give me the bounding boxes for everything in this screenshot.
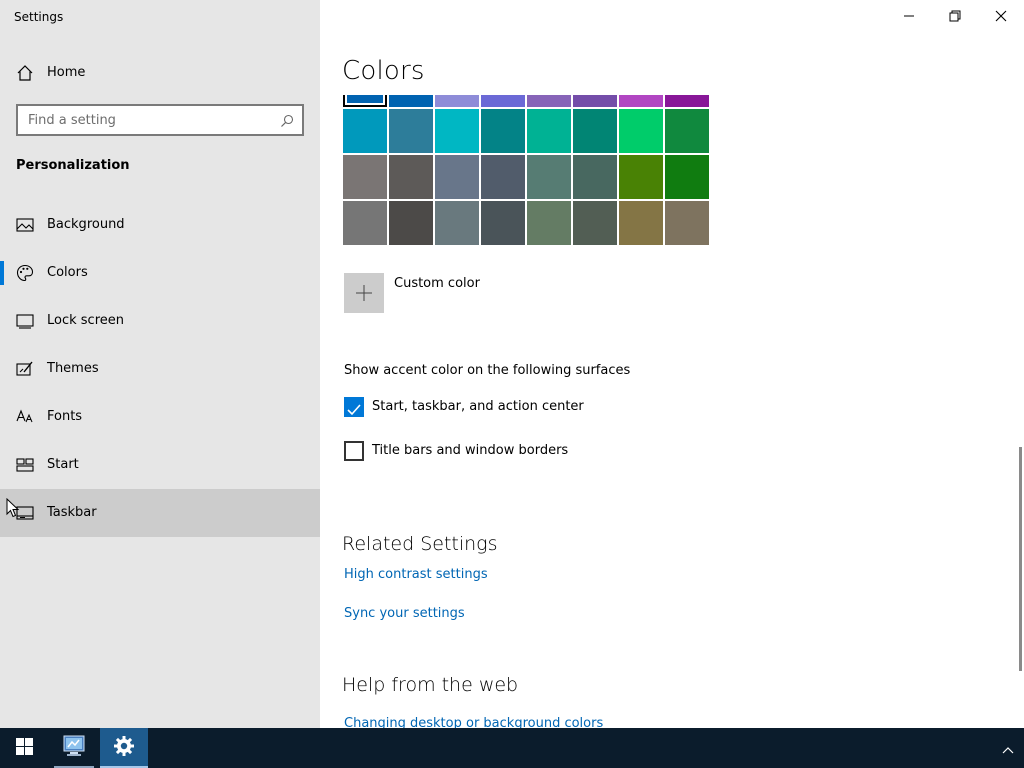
sidebar-item-colors[interactable]: Colors	[0, 249, 320, 297]
sidebar-item-start[interactable]: Start	[0, 441, 320, 489]
custom-color-label[interactable]: Custom color	[394, 276, 480, 291]
accent-color-swatch[interactable]	[573, 155, 617, 199]
taskbar-app-control-panel[interactable]	[50, 728, 98, 768]
accent-color-swatch[interactable]	[435, 201, 479, 245]
accent-color-swatch[interactable]	[527, 109, 571, 153]
home-icon	[16, 64, 34, 82]
sidebar-item-taskbar[interactable]: Taskbar	[0, 489, 320, 537]
accent-color-swatch[interactable]	[527, 95, 571, 107]
page-title: Colors	[342, 56, 425, 86]
accent-surfaces-title: Show accent color on the following surfa…	[344, 363, 631, 378]
sidebar-item-label: Colors	[47, 265, 88, 280]
help-link-background-colors[interactable]: Changing desktop or background colors	[344, 716, 603, 728]
accent-color-grid	[343, 95, 711, 252]
accent-color-swatch[interactable]	[573, 95, 617, 107]
sidebar-item-label: Taskbar	[47, 505, 97, 520]
scrollbar-thumb[interactable]	[1019, 447, 1022, 671]
accent-color-swatch[interactable]	[527, 201, 571, 245]
accent-color-swatch[interactable]	[343, 155, 387, 199]
sidebar-item-label: Lock screen	[47, 313, 124, 328]
accent-color-swatch[interactable]	[343, 109, 387, 153]
accent-color-swatch[interactable]	[665, 95, 709, 107]
accent-color-swatch[interactable]	[343, 201, 387, 245]
sidebar-item-fonts[interactable]: Fonts	[0, 393, 320, 441]
accent-color-swatch[interactable]	[435, 155, 479, 199]
accent-color-swatch[interactable]	[389, 155, 433, 199]
start-taskbar-label[interactable]: Start, taskbar, and action center	[372, 399, 584, 414]
accent-color-swatch[interactable]	[389, 201, 433, 245]
sidebar-item-label: Start	[47, 457, 79, 472]
related-settings-heading: Related Settings	[342, 533, 498, 555]
control-panel-icon	[62, 735, 86, 761]
close-icon	[995, 7, 1007, 26]
sidebar-item-label: Background	[47, 217, 125, 232]
close-button[interactable]	[978, 0, 1024, 32]
accent-color-swatch[interactable]	[481, 201, 525, 245]
accent-color-swatch[interactable]	[665, 155, 709, 199]
sync-settings-link[interactable]: Sync your settings	[344, 606, 465, 621]
restore-icon	[949, 7, 961, 26]
plus-icon	[356, 285, 372, 305]
sidebar-item-background[interactable]: Background	[0, 201, 320, 249]
taskbar	[0, 728, 1024, 768]
lock-screen-icon	[16, 312, 34, 330]
show-hidden-icons-button[interactable]	[994, 728, 1022, 768]
minimize-icon	[903, 7, 915, 26]
chevron-up-icon	[1002, 739, 1014, 758]
maximize-button[interactable]	[932, 0, 978, 32]
minimize-button[interactable]	[886, 0, 932, 32]
start-taskbar-checkbox[interactable]	[344, 397, 364, 417]
accent-color-swatch[interactable]	[481, 109, 525, 153]
gear-icon	[114, 736, 134, 760]
fonts-icon	[16, 408, 34, 426]
accent-color-swatch[interactable]	[619, 95, 663, 107]
themes-icon	[16, 360, 34, 378]
accent-color-swatch[interactable]	[619, 201, 663, 245]
sidebar-item-lock-screen[interactable]: Lock screen	[0, 297, 320, 345]
accent-color-swatch[interactable]	[481, 155, 525, 199]
windows-logo-icon	[15, 737, 33, 759]
accent-color-swatch[interactable]	[343, 95, 387, 107]
title-bars-checkbox[interactable]	[344, 441, 364, 461]
sidebar-item-label: Fonts	[47, 409, 83, 424]
start-icon	[16, 456, 34, 474]
accent-color-swatch[interactable]	[435, 95, 479, 107]
accent-color-swatch[interactable]	[481, 95, 525, 107]
sidebar-item-label: Themes	[47, 361, 99, 376]
section-title: Personalization	[16, 158, 130, 173]
app-title: Settings	[14, 10, 64, 24]
start-button[interactable]	[0, 728, 48, 768]
custom-color-button[interactable]	[344, 273, 384, 313]
accent-color-swatch[interactable]	[573, 201, 617, 245]
mouse-cursor-icon	[6, 497, 20, 518]
selection-indicator	[0, 261, 4, 285]
taskbar-app-settings[interactable]	[100, 728, 148, 768]
help-heading: Help from the web	[342, 674, 519, 696]
accent-color-swatch[interactable]	[527, 155, 571, 199]
high-contrast-link[interactable]: High contrast settings	[344, 567, 488, 582]
accent-color-swatch[interactable]	[435, 109, 479, 153]
search-icon[interactable]	[280, 113, 294, 127]
title-bars-label[interactable]: Title bars and window borders	[372, 443, 568, 458]
picture-icon	[16, 216, 34, 234]
checkmark-icon	[347, 401, 361, 420]
sidebar-home[interactable]: Home	[0, 54, 320, 92]
sidebar: Settings Home Personalization Background…	[0, 0, 320, 728]
search-input[interactable]	[18, 106, 273, 134]
sidebar-home-label: Home	[47, 65, 86, 80]
accent-color-swatch[interactable]	[665, 201, 709, 245]
accent-color-swatch[interactable]	[573, 109, 617, 153]
accent-color-swatch[interactable]	[619, 155, 663, 199]
accent-color-swatch[interactable]	[389, 95, 433, 107]
accent-color-swatch[interactable]	[619, 109, 663, 153]
sidebar-item-themes[interactable]: Themes	[0, 345, 320, 393]
accent-color-swatch[interactable]	[389, 109, 433, 153]
search-box[interactable]	[16, 104, 304, 136]
palette-icon	[16, 264, 34, 282]
accent-color-swatch[interactable]	[665, 109, 709, 153]
